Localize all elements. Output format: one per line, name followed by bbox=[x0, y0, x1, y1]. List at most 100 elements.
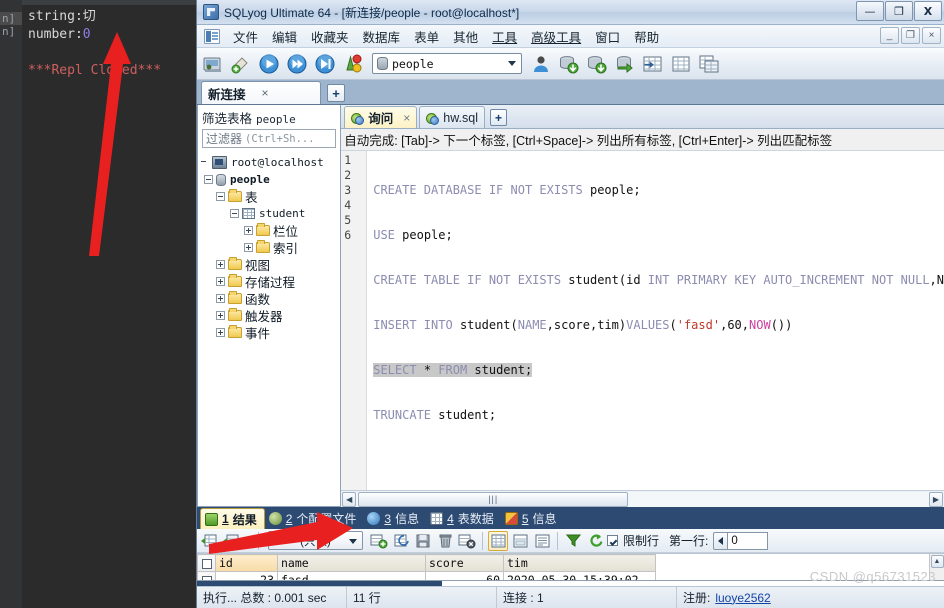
grid-toggle-icon[interactable] bbox=[199, 531, 219, 551]
form-view-icon[interactable] bbox=[510, 531, 530, 551]
add-query-tab-button[interactable]: + bbox=[490, 109, 508, 126]
scroll-track[interactable]: ||| bbox=[356, 491, 929, 507]
menu-item-table[interactable]: 表单 bbox=[407, 25, 446, 48]
tree-toggle-icon[interactable] bbox=[216, 311, 225, 320]
new-connection-icon[interactable] bbox=[228, 51, 254, 77]
menu-item-help[interactable]: 帮助 bbox=[627, 25, 666, 48]
menu-item-tools[interactable]: 工具 bbox=[485, 25, 524, 48]
execute-all-queries-icon[interactable] bbox=[284, 51, 310, 77]
tree-node-views[interactable]: 视图 bbox=[198, 256, 340, 273]
menu-item-edit[interactable]: 编辑 bbox=[265, 25, 304, 48]
backup-database-icon[interactable] bbox=[612, 51, 638, 77]
tab-hw-sql[interactable]: hw.sql bbox=[419, 106, 486, 128]
tree-node-people[interactable]: people bbox=[198, 171, 340, 188]
tree-node-columns[interactable]: 栏位 bbox=[198, 222, 340, 239]
tree-node-indexes[interactable]: 索引 bbox=[198, 239, 340, 256]
menu-item-advanced-tools[interactable]: 高级工具 bbox=[524, 25, 588, 48]
close-icon[interactable]: × bbox=[262, 86, 269, 100]
tree-filter-input[interactable]: 过滤器 (Ctrl+Sh... bbox=[202, 129, 337, 148]
execute-query-icon[interactable] bbox=[256, 51, 282, 77]
menu-item-window[interactable]: 窗口 bbox=[588, 25, 627, 48]
filter-icon[interactable] bbox=[563, 531, 583, 551]
sql-editor[interactable]: 1 2 3 4 5 6 CREATE DATABASE IF NOT EXIST… bbox=[341, 151, 944, 490]
tree-toggle-icon[interactable] bbox=[244, 243, 253, 252]
schema-designer-icon[interactable] bbox=[668, 51, 694, 77]
readonly-selector[interactable]: (只读) bbox=[268, 531, 363, 550]
tree-toggle-icon[interactable] bbox=[216, 260, 225, 269]
tab-messages[interactable]: 5 信息 bbox=[501, 508, 564, 529]
mdi-restore-button[interactable]: ❐ bbox=[901, 27, 920, 44]
tree-toggle-icon[interactable] bbox=[216, 328, 225, 337]
execute-current-icon[interactable] bbox=[312, 51, 338, 77]
tree-toggle-icon[interactable] bbox=[230, 209, 239, 218]
add-connection-button[interactable]: + bbox=[327, 84, 345, 102]
tree-node-functions[interactable]: 函数 bbox=[198, 290, 340, 307]
user-manager-icon[interactable] bbox=[528, 51, 554, 77]
mdi-close-button[interactable]: × bbox=[922, 27, 941, 44]
stepper-prev-icon[interactable] bbox=[713, 531, 729, 550]
database-selector[interactable]: people bbox=[372, 53, 522, 74]
menu-item-file[interactable]: 文件 bbox=[226, 25, 265, 48]
column-header-id[interactable]: id bbox=[215, 554, 278, 572]
close-icon[interactable]: × bbox=[403, 111, 410, 125]
discard-changes-icon[interactable] bbox=[457, 531, 477, 551]
line-number: 1 bbox=[344, 153, 352, 167]
tab-table-data[interactable]: 4 表数据 bbox=[426, 508, 501, 529]
export-data-icon[interactable] bbox=[584, 51, 610, 77]
editor-horizontal-scrollbar[interactable]: ◀ ||| ▶ bbox=[341, 490, 944, 507]
column-header-score[interactable]: score bbox=[425, 554, 504, 572]
tree-node-student[interactable]: student bbox=[198, 205, 340, 222]
tab-result[interactable]: 1 结果 bbox=[200, 508, 265, 529]
tree-toggle-icon[interactable] bbox=[204, 175, 213, 184]
connection-tab-new[interactable]: 新连接 × bbox=[201, 81, 321, 104]
dropdown-arrow-icon[interactable] bbox=[243, 531, 253, 551]
menu-item-database[interactable]: 数据库 bbox=[356, 25, 408, 48]
first-row-value[interactable]: 0 bbox=[728, 531, 769, 550]
minimize-button[interactable]: — bbox=[856, 1, 884, 21]
grid-options-icon[interactable] bbox=[221, 531, 241, 551]
menu-item-favorites[interactable]: 收藏夹 bbox=[304, 25, 356, 48]
tree-node-host[interactable]: root@localhost bbox=[198, 154, 340, 171]
object-tree[interactable]: root@localhost people 表 student 栏位 索引 视图… bbox=[198, 152, 340, 506]
restore-database-icon[interactable] bbox=[640, 51, 666, 77]
scroll-left-icon[interactable]: ◀ bbox=[342, 491, 357, 507]
console-output[interactable]: string:切 number:0 ***Repl Closed*** bbox=[22, 0, 196, 608]
tree-toggle-icon[interactable] bbox=[244, 226, 253, 235]
tree-toggle-icon[interactable] bbox=[216, 294, 225, 303]
close-button[interactable]: X bbox=[914, 1, 942, 21]
scroll-thumb[interactable]: ||| bbox=[358, 491, 629, 507]
insert-row-icon[interactable] bbox=[369, 531, 389, 551]
copy-database-icon[interactable] bbox=[696, 51, 722, 77]
menu-item-other[interactable]: 其他 bbox=[446, 25, 485, 48]
tree-node-triggers[interactable]: 触发器 bbox=[198, 307, 340, 324]
maximize-button[interactable]: ❐ bbox=[885, 1, 913, 21]
text-view-icon[interactable] bbox=[532, 531, 552, 551]
connection-manager-icon[interactable] bbox=[200, 51, 226, 77]
tree-node-stored-procedures[interactable]: 存储过程 bbox=[198, 273, 340, 290]
save-changes-icon[interactable] bbox=[413, 531, 433, 551]
import-data-icon[interactable] bbox=[556, 51, 582, 77]
column-header-tim[interactable]: tim bbox=[503, 554, 656, 572]
mdi-minimize-button[interactable]: _ bbox=[880, 27, 899, 44]
editor-content[interactable]: CREATE DATABASE IF NOT EXISTS people; US… bbox=[367, 151, 944, 490]
tree-toggle-icon[interactable] bbox=[216, 277, 225, 286]
scroll-right-icon[interactable]: ▶ bbox=[929, 491, 943, 507]
status-register-link[interactable]: luoye2562 bbox=[715, 591, 770, 605]
grid-view-icon[interactable] bbox=[488, 530, 508, 551]
tab-profiles[interactable]: 2 个配置文件 bbox=[265, 508, 364, 529]
refresh-row-icon[interactable] bbox=[391, 531, 411, 551]
refresh-icon[interactable] bbox=[585, 531, 605, 551]
column-header-name[interactable]: name bbox=[277, 554, 426, 572]
tree-toggle-icon[interactable] bbox=[216, 192, 225, 201]
first-row-stepper[interactable]: 0 bbox=[713, 531, 769, 550]
select-all-checkbox-cell[interactable] bbox=[197, 554, 216, 572]
limit-rows-checkbox[interactable] bbox=[607, 535, 618, 546]
scroll-up-icon[interactable]: ▲ bbox=[930, 555, 944, 568]
tab-info[interactable]: 3 信息 bbox=[363, 508, 426, 529]
checkbox[interactable] bbox=[201, 558, 212, 569]
stop-query-icon[interactable] bbox=[340, 51, 366, 77]
delete-row-icon[interactable] bbox=[435, 531, 455, 551]
tree-node-tables[interactable]: 表 bbox=[198, 188, 340, 205]
tab-query[interactable]: 询问 × bbox=[344, 106, 418, 128]
tree-node-events[interactable]: 事件 bbox=[198, 324, 340, 341]
